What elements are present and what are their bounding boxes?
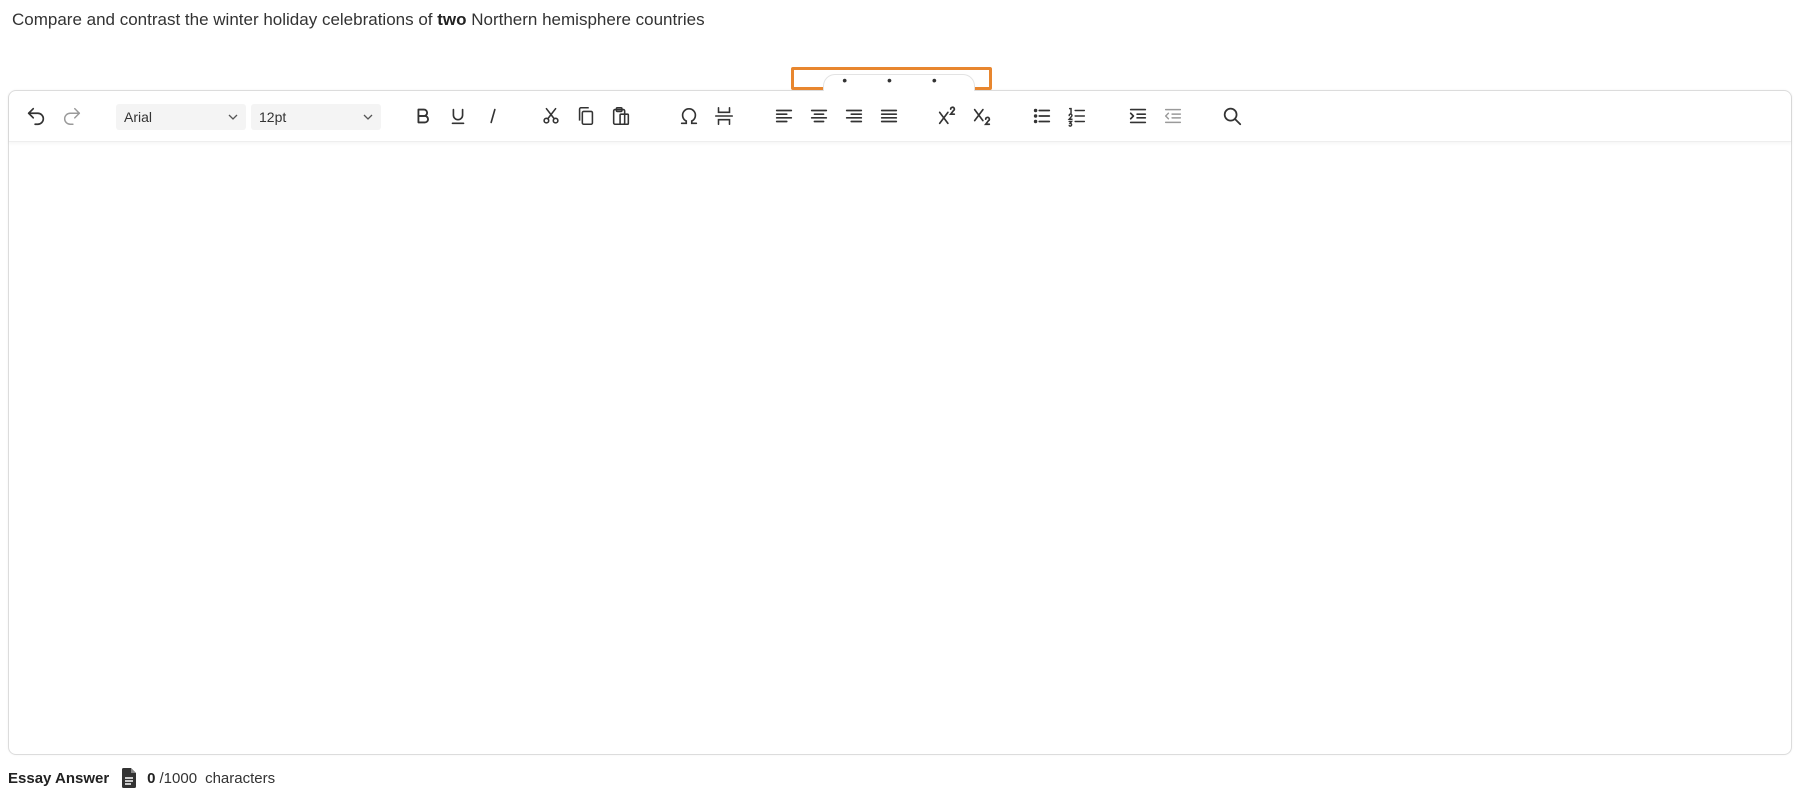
bullet-list-button[interactable]: [1029, 103, 1055, 129]
align-center-icon: [810, 109, 828, 123]
chevron-down-icon: [228, 114, 238, 120]
copy-icon: [578, 106, 594, 126]
align-right-icon: [845, 109, 863, 123]
document-icon: [122, 768, 137, 788]
underline-button[interactable]: [445, 103, 471, 129]
chevron-down-icon: [363, 114, 373, 120]
indent-button[interactable]: [1125, 103, 1151, 129]
justify-button[interactable]: [876, 103, 902, 129]
toolbar-toggle-button[interactable]: • • •: [791, 67, 992, 91]
essay-editor: Arial 12pt: [8, 90, 1792, 755]
characters-unit: characters: [205, 769, 276, 787]
outdent-icon: [1164, 108, 1182, 124]
subscript-button[interactable]: [969, 103, 995, 129]
italic-icon: [490, 108, 496, 124]
bold-icon: [417, 108, 429, 124]
more-dots-icon: • • •: [842, 72, 955, 88]
align-left-icon: [775, 109, 793, 123]
align-right-button[interactable]: [841, 103, 867, 129]
question-suffix: Northern hemisphere countries: [466, 10, 705, 29]
question-emphasis: two: [437, 10, 467, 29]
numbered-list-button[interactable]: [1064, 103, 1090, 129]
font-family-value: Arial: [124, 109, 153, 125]
question-prefix: Compare and contrast the winter holiday …: [12, 10, 438, 29]
essay-answer-label: Essay Answer: [8, 769, 110, 787]
align-left-button[interactable]: [771, 103, 797, 129]
undo-button[interactable]: [23, 103, 49, 129]
align-center-button[interactable]: [806, 103, 832, 129]
bold-button[interactable]: [410, 103, 436, 129]
subscript-icon: [973, 108, 991, 126]
search-icon: [1223, 107, 1242, 126]
redo-button[interactable]: [59, 103, 85, 129]
editor-toolbar: Arial 12pt: [9, 91, 1791, 142]
search-button[interactable]: [1219, 103, 1245, 129]
redo-icon: [64, 107, 81, 125]
editor-content-area[interactable]: [9, 142, 1791, 754]
font-family-select[interactable]: Arial: [116, 104, 246, 130]
cut-icon: [543, 107, 559, 124]
paste-icon: [612, 106, 630, 126]
page-break-button[interactable]: [711, 103, 737, 129]
outdent-button[interactable]: [1160, 103, 1186, 129]
paste-button[interactable]: [608, 103, 634, 129]
character-count: 0: [147, 769, 156, 787]
numbered-list-icon: [1067, 107, 1086, 127]
superscript-icon: [938, 106, 956, 125]
essay-footer: Essay Answer 0 /1000 characters: [8, 768, 275, 788]
undo-icon: [27, 107, 45, 126]
superscript-button[interactable]: [934, 103, 960, 129]
cut-button[interactable]: [538, 103, 564, 129]
page-break-icon: [714, 106, 734, 126]
indent-icon: [1129, 108, 1147, 124]
bullet-list-icon: [1033, 108, 1051, 124]
underline-icon: [451, 108, 465, 125]
justify-icon: [880, 109, 898, 123]
italic-button[interactable]: [480, 103, 506, 129]
character-max: /1000: [159, 769, 198, 787]
special-character-icon: [680, 108, 698, 125]
font-size-value: 12pt: [259, 109, 287, 125]
copy-button[interactable]: [573, 103, 599, 129]
question-text: Compare and contrast the winter holiday …: [12, 10, 705, 30]
special-character-button[interactable]: [676, 103, 702, 129]
font-size-select[interactable]: 12pt: [251, 104, 381, 130]
